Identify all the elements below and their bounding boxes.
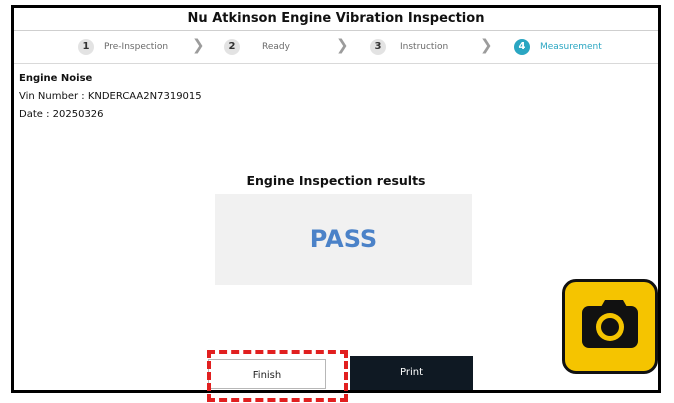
camera-button[interactable] bbox=[562, 279, 658, 374]
result-status: PASS bbox=[215, 194, 472, 285]
inspection-date: Date : 20250326 bbox=[19, 109, 104, 120]
inspection-info: Engine Noise Vin Number : KNDERCAA2N7319… bbox=[19, 70, 202, 124]
chevron-right-icon: ❯ bbox=[336, 36, 349, 54]
inspection-heading: Engine Noise bbox=[19, 73, 93, 84]
step-label: Pre-Inspection bbox=[104, 42, 169, 52]
step-indicator: 1 Pre-Inspection ❯ 2 Ready ❯ 3 Instructi… bbox=[14, 31, 658, 64]
step-label: Instruction bbox=[400, 42, 449, 52]
step-ready[interactable]: 2 Ready bbox=[224, 39, 290, 55]
step-label: Measurement bbox=[540, 42, 602, 52]
chevron-right-icon: ❯ bbox=[480, 36, 493, 54]
chevron-right-icon: ❯ bbox=[192, 36, 205, 54]
step-pre-inspection[interactable]: 1 Pre-Inspection bbox=[78, 39, 168, 55]
results-title: Engine Inspection results bbox=[246, 173, 426, 188]
print-button[interactable]: Print bbox=[350, 356, 473, 390]
app-title: Nu Atkinson Engine Vibration Inspection bbox=[14, 8, 658, 31]
step-measurement[interactable]: 4 Measurement bbox=[514, 39, 602, 55]
step-number: 3 bbox=[370, 39, 386, 55]
step-number: 2 bbox=[224, 39, 240, 55]
step-number: 1 bbox=[78, 39, 94, 55]
step-number: 4 bbox=[514, 39, 530, 55]
camera-icon bbox=[582, 300, 638, 348]
finish-button[interactable]: Finish bbox=[208, 359, 326, 389]
vin-number: Vin Number : KNDERCAA2N7319015 bbox=[19, 91, 202, 102]
step-instruction[interactable]: 3 Instruction bbox=[370, 39, 448, 55]
step-label: Ready bbox=[262, 42, 290, 52]
